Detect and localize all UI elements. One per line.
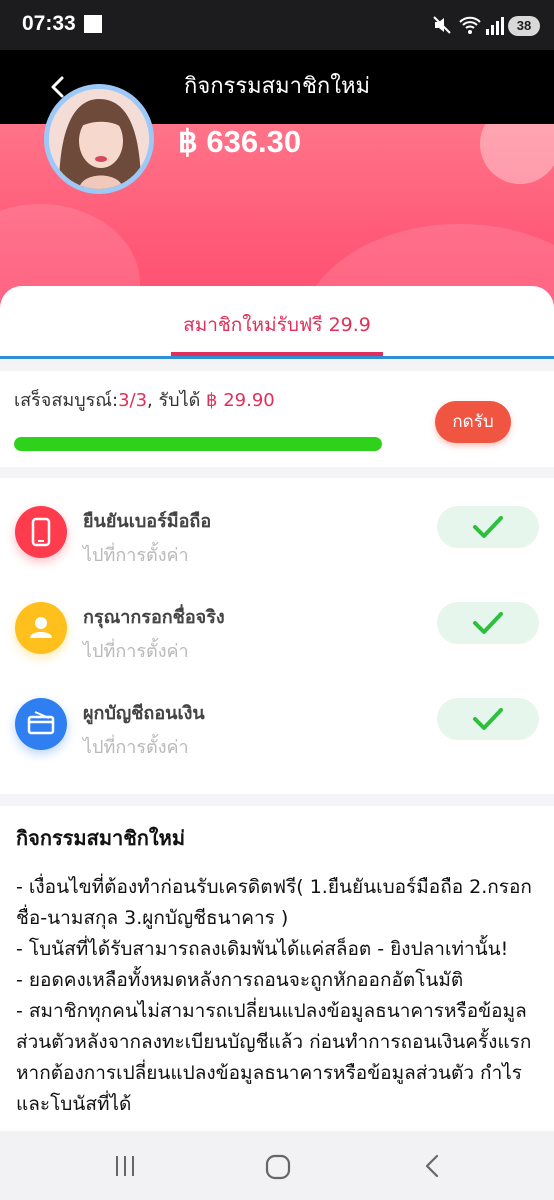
tab-divider	[0, 356, 554, 359]
progress-text: เสร็จสมบูรณ์:3/3, รับได้ ฿ 29.90	[14, 385, 275, 414]
task-done-button[interactable]	[437, 506, 539, 548]
progress-prefix: เสร็จสมบูรณ์:	[14, 390, 119, 411]
signal-icon	[486, 17, 504, 35]
mute-icon	[433, 16, 451, 34]
reward-amount: ฿ 29.90	[206, 390, 275, 411]
check-icon	[473, 516, 503, 538]
progress-bar	[14, 437, 382, 451]
progress-mid: , รับได้	[147, 390, 207, 411]
task-list: ยืนยันเบอร์มือถือ ไปที่การตั้งค่า กรุณาก…	[0, 478, 554, 794]
task-name: กรุณากรอกชื่อจริง	[83, 607, 225, 628]
avatar	[44, 84, 154, 194]
rule-line: - เงื่อนไขที่ต้องทำก่อนรับเครดิตฟรี( 1.ย…	[16, 876, 532, 929]
rules-section: กิจกรรมสมาชิกใหม่ - เงื่อนไขที่ต้องทำก่อ…	[0, 806, 554, 1131]
tab-bar: สมาชิกใหม่รับฟรี 29.9	[0, 286, 554, 358]
person-icon-badge	[15, 602, 67, 654]
task-bind-withdraw-account[interactable]: ผูกบัญชีถอนเงิน ไปที่การตั้งค่า	[0, 682, 554, 778]
card-icon	[27, 711, 55, 735]
task-subtitle[interactable]: ไปที่การตั้งค่า	[83, 732, 189, 761]
check-icon	[473, 612, 503, 634]
rule-line: - โบนัสที่ได้รับสามารถลงเดิมพันได้แค่สล็…	[16, 938, 509, 960]
balance-amount: ฿ 636.30	[178, 124, 302, 159]
back-nav-icon[interactable]	[420, 1153, 446, 1179]
system-nav-bar	[0, 1131, 554, 1200]
phone-icon	[31, 517, 51, 547]
status-time: 07:33	[22, 12, 76, 35]
status-bar: 07:33 38	[0, 0, 554, 50]
rules-title: กิจกรรมสมาชิกใหม่	[16, 826, 186, 850]
tab-new-member-free[interactable]: สมาชิกใหม่รับฟรี 29.9	[0, 310, 554, 340]
progress-bar-fill	[14, 437, 382, 451]
card-icon-badge	[15, 698, 67, 750]
rule-line: - สมาชิกทุกคนไม่สามารถเปลี่ยนแปลงข้อมูลธ…	[16, 1000, 532, 1115]
rules-body: - เงื่อนไขที่ต้องทำก่อนรับเครดิตฟรี( 1.ย…	[16, 872, 536, 1120]
recent-apps-icon[interactable]	[112, 1153, 138, 1179]
avatar-image	[49, 89, 149, 189]
task-done-button[interactable]	[437, 602, 539, 644]
home-icon[interactable]	[264, 1153, 292, 1181]
task-verify-phone[interactable]: ยืนยันเบอร์มือถือ ไปที่การตั้งค่า	[0, 490, 554, 586]
decorative-blob	[480, 124, 554, 184]
task-name: ผูกบัญชีถอนเงิน	[83, 703, 205, 724]
task-enter-real-name[interactable]: กรุณากรอกชื่อจริง ไปที่การตั้งค่า	[0, 586, 554, 682]
task-subtitle[interactable]: ไปที่การตั้งค่า	[83, 540, 189, 569]
task-done-button[interactable]	[437, 698, 539, 740]
progress-count: 3/3	[118, 390, 148, 411]
check-icon	[473, 708, 503, 730]
wifi-icon	[459, 16, 481, 34]
progress-card: เสร็จสมบูรณ์:3/3, รับได้ ฿ 29.90 กดรับ	[0, 371, 554, 467]
phone-icon-badge	[15, 506, 67, 558]
task-subtitle[interactable]: ไปที่การตั้งค่า	[83, 636, 189, 665]
claim-button[interactable]: กดรับ	[435, 401, 511, 443]
notification-icon	[84, 15, 102, 33]
rule-line: - ยอดคงเหลือทั้งหมดหลังการถอนจะถูกหักออก…	[16, 969, 464, 991]
task-name: ยืนยันเบอร์มือถือ	[83, 511, 212, 532]
person-icon	[30, 617, 52, 638]
battery-indicator: 38	[508, 16, 540, 36]
